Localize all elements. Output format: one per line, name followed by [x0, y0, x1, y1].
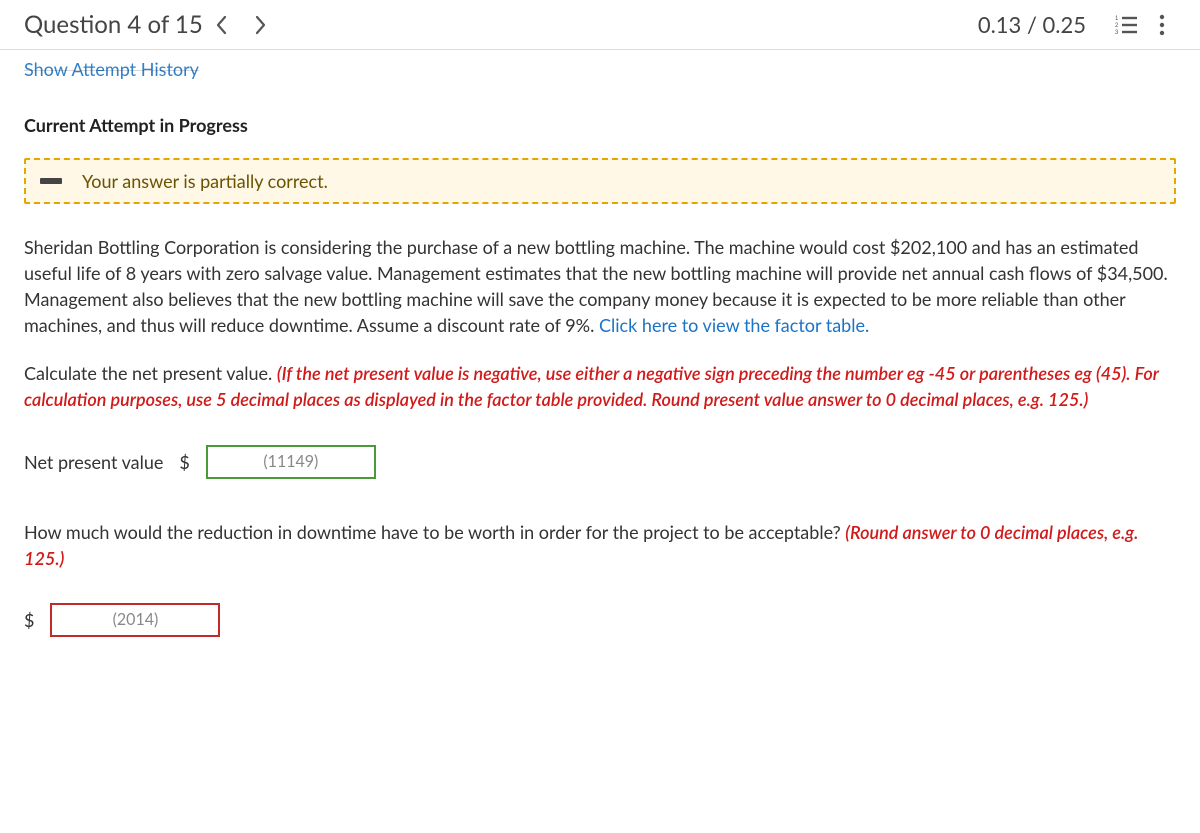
current-attempt-heading: Current Attempt in Progress	[24, 114, 1176, 136]
npv-value: (11149)	[263, 452, 318, 471]
partial-correct-icon	[40, 178, 62, 184]
q2-input[interactable]: (2014)	[50, 603, 220, 637]
feedback-banner: Your answer is partially correct.	[24, 158, 1176, 204]
npv-currency-symbol: $	[179, 451, 189, 473]
question-list-button[interactable]: 1 2 3	[1112, 11, 1140, 39]
problem-body: Sheridan Bottling Corporation is conside…	[24, 236, 1168, 336]
svg-text:2: 2	[1115, 23, 1119, 29]
show-attempt-history-link[interactable]: Show Attempt History	[0, 50, 223, 86]
more-options-button[interactable]	[1148, 11, 1176, 39]
q2-prompt-text: How much would the reduction in downtime…	[24, 521, 845, 543]
question-content: Current Attempt in Progress Your answer …	[0, 86, 1200, 701]
svg-text:3: 3	[1115, 30, 1119, 35]
problem-statement: Sheridan Bottling Corporation is conside…	[24, 234, 1176, 338]
calc-instruction: Calculate the net present value. (If the…	[24, 360, 1176, 412]
q2-instruction: How much would the reduction in downtime…	[24, 519, 1176, 571]
feedback-text: Your answer is partially correct.	[82, 170, 328, 192]
calc-prompt-text: Calculate the net present value.	[24, 362, 277, 384]
npv-answer-row: Net present value $ (11149)	[24, 445, 1176, 479]
svg-text:1: 1	[1115, 16, 1119, 22]
npv-input[interactable]: (11149)	[206, 445, 376, 479]
q2-value: (2014)	[113, 610, 159, 629]
question-header: Question 4 of 15 0.13 / 0.25 1 2 3	[0, 0, 1200, 50]
numbered-list-icon: 1 2 3	[1115, 15, 1137, 35]
next-question-button[interactable]	[241, 11, 279, 39]
score-display: 0.13 / 0.25	[978, 11, 1086, 38]
q2-answer-row: $ (2014)	[24, 603, 1176, 637]
factor-table-link[interactable]: Click here to view the factor table.	[599, 314, 869, 336]
chevron-left-icon	[215, 15, 229, 35]
npv-label: Net present value	[24, 451, 163, 473]
question-number-label: Question 4 of 15	[24, 10, 203, 39]
q2-currency-symbol: $	[24, 609, 34, 631]
kebab-menu-icon	[1159, 14, 1165, 36]
prev-question-button[interactable]	[203, 11, 241, 39]
chevron-right-icon	[253, 15, 267, 35]
